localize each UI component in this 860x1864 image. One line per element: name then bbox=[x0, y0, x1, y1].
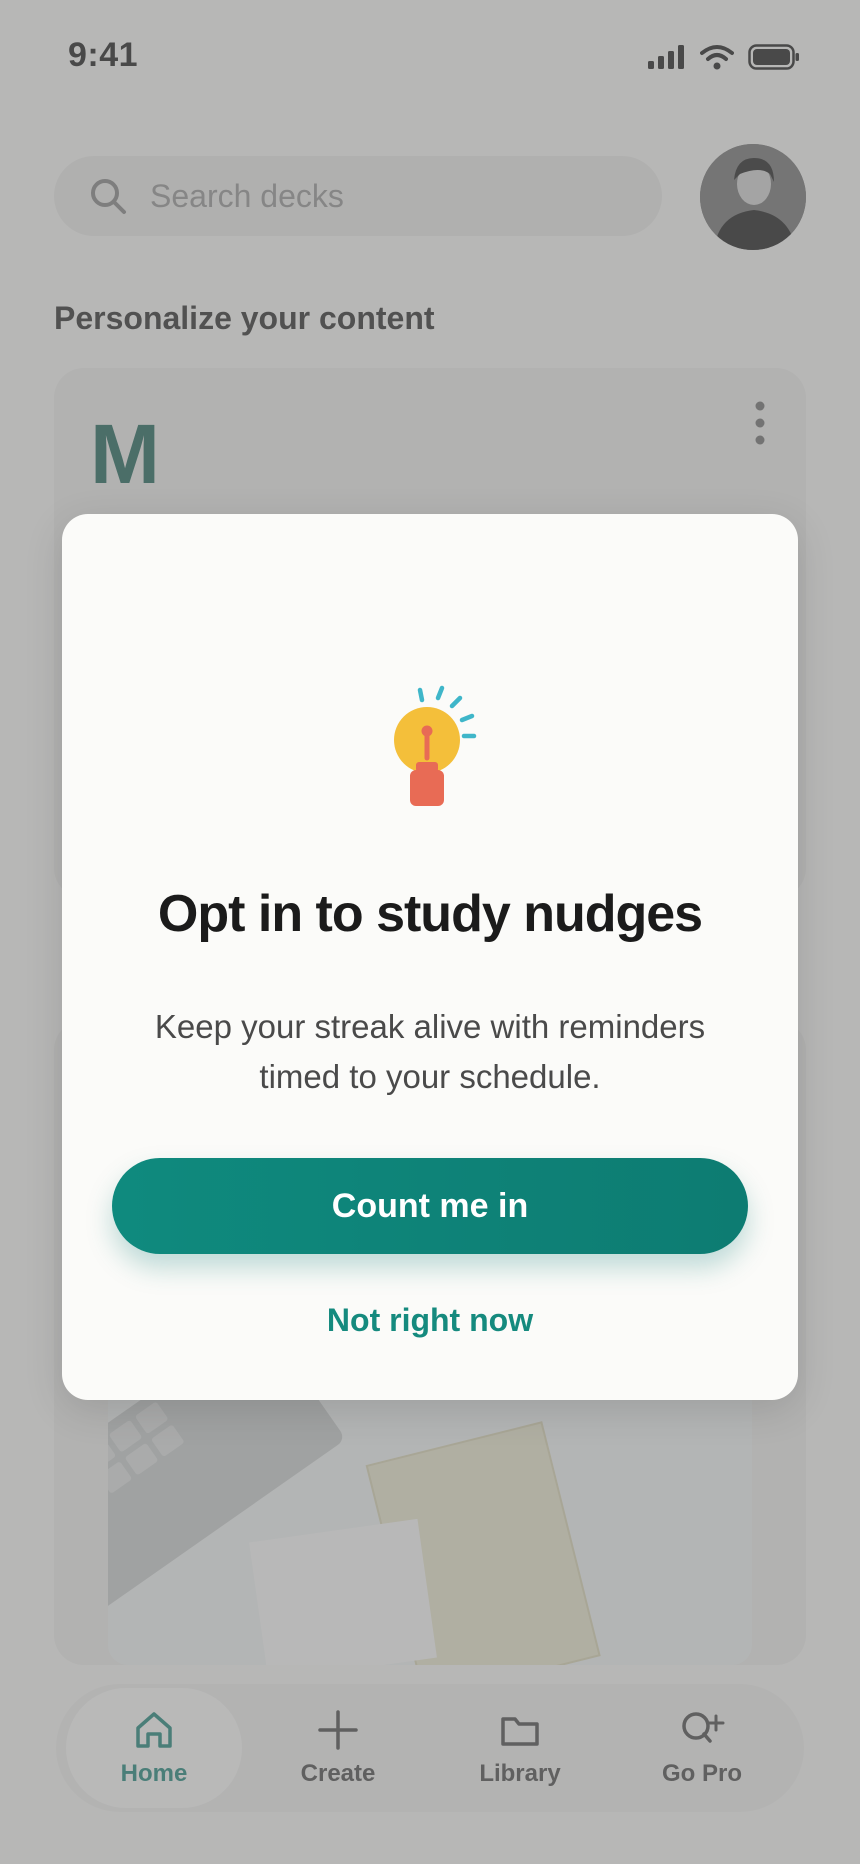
home-screen: 9:41 Perso bbox=[0, 0, 860, 1864]
modal-title: Opt in to study nudges bbox=[157, 885, 703, 943]
opt-in-modal: Opt in to study nudges Keep your streak … bbox=[62, 514, 798, 1400]
lightbulb-icon bbox=[394, 685, 477, 806]
not-right-now-button[interactable]: Not right now bbox=[280, 1290, 580, 1350]
count-me-in-button[interactable]: Count me in bbox=[112, 1158, 748, 1254]
modal-body: Keep your streak alive with reminders ti… bbox=[154, 1008, 706, 1095]
